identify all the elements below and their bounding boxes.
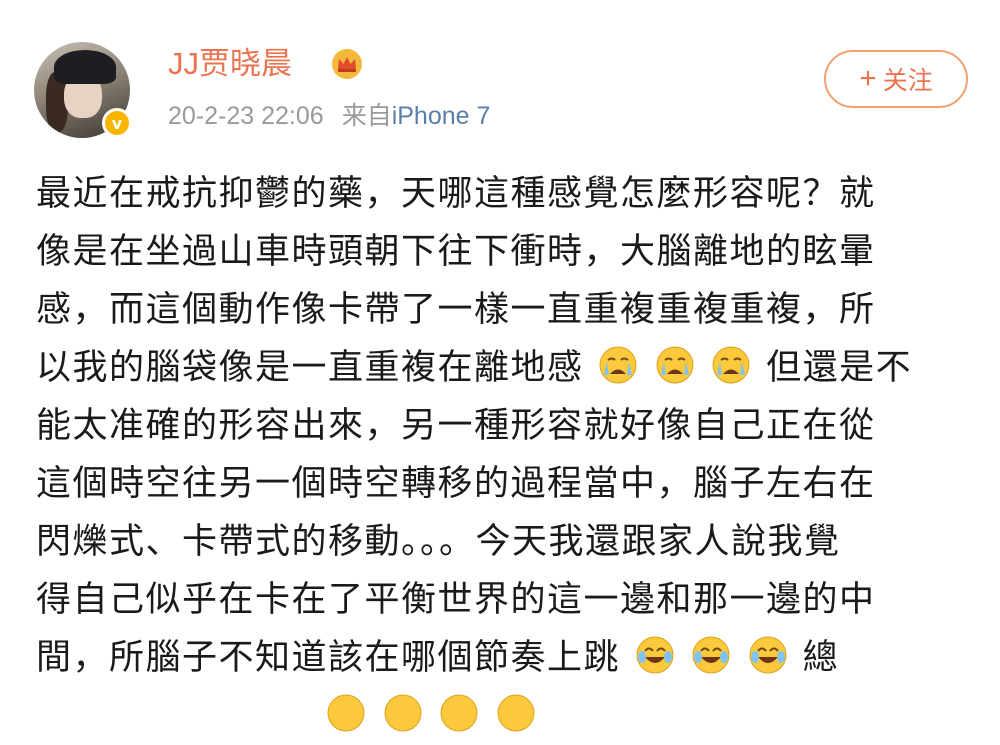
crying-face-icon	[599, 346, 637, 384]
post-line-cutoff	[36, 687, 986, 745]
crying-face-icon	[656, 346, 694, 384]
tears-of-joy-icon	[636, 636, 674, 674]
username[interactable]: JJ贾晓晨	[168, 44, 292, 84]
source-prefix: 来自	[341, 102, 392, 130]
post-line: 像是在坐過山車時頭朝下往下衝時，大腦離地的眩暈	[36, 232, 876, 272]
post-text: 間，所腦子不知道該在哪個節奏上跳	[36, 638, 621, 678]
post-body: 最近在戒抗抑鬱的藥，天哪這種感覺怎麼形容呢？就 像是在坐過山車時頭朝下往下衝時，…	[36, 165, 986, 745]
tears-of-joy-icon	[749, 636, 787, 674]
post-line: 閃爍式、卡帶式的移動。。。今天我還跟家人說我覺	[36, 522, 841, 562]
emoji-cutoff-icon	[384, 694, 422, 732]
post-line: 以我的腦袋像是一直重複在離地感 但還是不	[36, 339, 986, 397]
post-line: 感，而這個動作像卡帶了一樣一直重複重複重複，所	[36, 290, 876, 330]
crying-face-icon	[712, 346, 750, 384]
post-text: 以我的腦袋像是一直重複在離地感	[36, 348, 584, 388]
verified-badge-icon: v	[102, 108, 132, 138]
crown-icon[interactable]	[331, 48, 363, 80]
device-link[interactable]: iPhone 7	[392, 102, 491, 130]
tears-of-joy-icon	[692, 636, 730, 674]
follow-button[interactable]: + 关注	[824, 50, 968, 108]
post-line: 這個時空往另一個時空轉移的過程當中，腦子左右在	[36, 464, 876, 504]
post-meta: 20-2-23 22:06 来自iPhone 7	[168, 100, 490, 132]
plus-icon: +	[859, 62, 877, 95]
emoji-cutoff-icon	[327, 694, 365, 732]
post-time: 20-2-23 22:06	[168, 102, 324, 130]
follow-label: 关注	[882, 67, 933, 95]
post-text: 但還是不	[766, 348, 913, 388]
post-line: 最近在戒抗抑鬱的藥，天哪這種感覺怎麼形容呢？就	[36, 174, 876, 214]
avatar-cap	[54, 50, 116, 84]
emoji-cutoff-icon	[497, 694, 535, 732]
post-line: 得自己似乎在卡在了平衡世界的這一邊和那一邊的中	[36, 580, 876, 620]
post-text: 總	[802, 638, 840, 678]
emoji-cutoff-icon	[440, 694, 478, 732]
post-line: 能太准確的形容出來，另一種形容就好像自己正在從	[36, 406, 876, 446]
post-line: 間，所腦子不知道該在哪個節奏上跳 總	[36, 629, 986, 687]
